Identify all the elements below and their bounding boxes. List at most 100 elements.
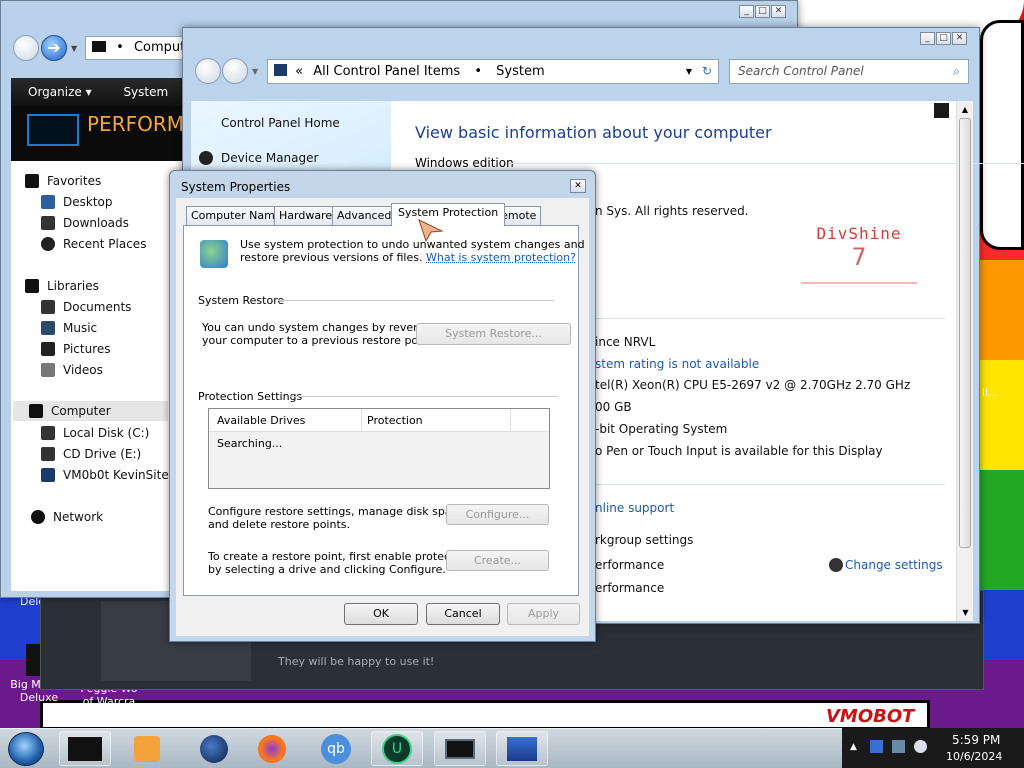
- taskbar-qbittorrent[interactable]: qb: [310, 731, 362, 766]
- behind-text: They will be happy to use it!: [278, 655, 435, 668]
- tray-volume-icon[interactable]: [914, 740, 927, 753]
- tree-vm[interactable]: VM0b0t KevinSite: [41, 465, 169, 485]
- tree-documents[interactable]: Documents: [41, 297, 131, 317]
- taskbar-upwork[interactable]: U: [371, 731, 423, 766]
- start-button[interactable]: [8, 732, 44, 766]
- back-icon[interactable]: [195, 58, 221, 84]
- cancel-button[interactable]: Cancel: [426, 603, 500, 625]
- breadcrumb-all-items[interactable]: All Control Panel Items: [313, 64, 460, 79]
- performance-row-1: erformance: [595, 558, 665, 572]
- processor-value: tel(R) Xeon(R) CPU E5-2697 v2 @ 2.70GHz …: [595, 378, 911, 392]
- device-manager-link[interactable]: Device Manager: [199, 151, 318, 165]
- videos-icon: [41, 363, 55, 377]
- scroll-down-icon[interactable]: ▼: [957, 604, 974, 621]
- clock-date[interactable]: 10/6/2024: [946, 750, 1002, 763]
- desktop-icon: [41, 195, 55, 209]
- scroll-thumb[interactable]: [959, 118, 971, 548]
- recent-pages-icon[interactable]: ▼: [252, 67, 258, 76]
- tree-cd-drive[interactable]: CD Drive (E:): [41, 444, 141, 464]
- search-icon[interactable]: ⌕: [953, 60, 960, 83]
- taskbar-globe[interactable]: [188, 731, 240, 766]
- close-icon[interactable]: ✕: [771, 5, 786, 18]
- desktop-icon-right-label[interactable]: ll...: [982, 386, 999, 399]
- taskbar-control-panel[interactable]: [496, 731, 548, 766]
- cp-search-box[interactable]: Search Control Panel ⌕: [729, 59, 969, 84]
- group-line: [290, 396, 558, 397]
- tree-libraries[interactable]: Libraries: [25, 276, 99, 296]
- header-protection[interactable]: Protection: [367, 414, 423, 427]
- system-restore-button[interactable]: System Restore...: [416, 323, 571, 345]
- create-button[interactable]: Create...: [446, 550, 549, 571]
- media-player-icon: [134, 735, 160, 762]
- tab-computer-name[interactable]: Computer Name: [186, 206, 287, 225]
- intro-line-2: restore previous versions of files. What…: [240, 251, 576, 264]
- what-is-protection-link[interactable]: What is system protection?: [426, 251, 576, 264]
- online-support-link[interactable]: nline support: [595, 501, 674, 515]
- taskbar-system[interactable]: [434, 731, 486, 766]
- drives-table[interactable]: Available Drives Protection Searching...: [208, 408, 550, 489]
- ok-button[interactable]: OK: [344, 603, 418, 625]
- apply-button[interactable]: Apply: [507, 603, 580, 625]
- star-icon: [25, 174, 39, 188]
- dialog-close-button[interactable]: ✕: [570, 179, 586, 193]
- tab-hardware[interactable]: Hardware: [274, 206, 338, 225]
- tree-downloads[interactable]: Downloads: [41, 213, 129, 233]
- tray-network-icon[interactable]: [870, 740, 883, 753]
- tab-advanced[interactable]: Advanced: [332, 206, 397, 225]
- explorer-banner: PERFORMA: [11, 106, 198, 161]
- scroll-up-icon[interactable]: ▲: [957, 101, 973, 118]
- clock-time[interactable]: 5:59 PM: [952, 733, 1000, 747]
- minimize-icon[interactable]: _: [920, 32, 935, 45]
- address-dropdown-icon[interactable]: ▼: [686, 60, 692, 83]
- organize-button[interactable]: Organize ▾: [28, 85, 92, 99]
- tree-favorites[interactable]: Favorites: [25, 171, 101, 191]
- control-panel-icon: [274, 64, 287, 76]
- rating-link[interactable]: stem rating is not available: [595, 357, 759, 371]
- cp-address-bar[interactable]: « All Control Panel Items • System ▼ ↻: [267, 59, 719, 84]
- taskbar-explorer[interactable]: [59, 731, 111, 766]
- tab-system-protection[interactable]: System Protection: [391, 203, 506, 226]
- tree-pictures[interactable]: Pictures: [41, 339, 111, 359]
- tree-desktop[interactable]: Desktop: [41, 192, 113, 212]
- minimize-icon[interactable]: _: [739, 5, 754, 18]
- forward-icon[interactable]: [222, 58, 248, 84]
- icon-label: Deluxe: [19, 691, 59, 704]
- create-text-1: To create a restore point, first enable …: [208, 550, 472, 563]
- manufacturer-value: ince NRVL: [595, 335, 656, 349]
- tree-recent-places[interactable]: Recent Places: [41, 234, 146, 254]
- forward-icon[interactable]: ➔: [41, 35, 67, 61]
- help-icon[interactable]: [934, 103, 949, 118]
- search-placeholder: Search Control Panel: [738, 64, 864, 78]
- tree-videos[interactable]: Videos: [41, 360, 103, 380]
- refresh-icon[interactable]: ↻: [702, 60, 712, 83]
- maximize-icon[interactable]: □: [936, 32, 951, 45]
- cp-home-link[interactable]: Control Panel Home: [221, 116, 340, 130]
- control-panel-taskbar-icon: [507, 736, 537, 761]
- change-settings-link[interactable]: Change settings: [829, 558, 943, 572]
- taskbar-firefox[interactable]: [246, 731, 298, 766]
- scrollbar[interactable]: ▲ ▼: [956, 101, 973, 621]
- tree-network[interactable]: Network: [31, 507, 103, 527]
- oem-logo: DivShine 7: [801, 216, 917, 284]
- recent-pages-icon[interactable]: ▼: [71, 44, 77, 53]
- tree-music[interactable]: Music: [41, 318, 97, 338]
- explorer-taskbar-icon: [68, 736, 102, 761]
- cp-caption-buttons: _ □ ✕: [920, 32, 967, 45]
- tree-local-disk[interactable]: Local Disk (C:): [41, 423, 149, 443]
- show-hidden-icons[interactable]: ▲: [850, 742, 857, 752]
- wallpaper-cartoon-bottom: [40, 700, 930, 730]
- tray-action-center-icon[interactable]: [892, 740, 905, 753]
- back-icon[interactable]: [13, 35, 39, 61]
- wallpaper-text: VMOBOT: [826, 706, 915, 727]
- restore-text-1: You can undo system changes by reverting: [202, 321, 439, 334]
- maximize-icon[interactable]: □: [755, 5, 770, 18]
- breadcrumb-chevrons[interactable]: «: [295, 64, 303, 79]
- tree-computer[interactable]: Computer: [13, 401, 168, 421]
- settings-shield-icon: [829, 558, 843, 572]
- configure-button[interactable]: Configure...: [446, 504, 549, 525]
- taskbar-media-player[interactable]: [121, 731, 173, 766]
- network-drive-icon: [41, 468, 55, 482]
- breadcrumb-system[interactable]: System: [496, 64, 544, 79]
- close-icon[interactable]: ✕: [952, 32, 967, 45]
- header-available-drives[interactable]: Available Drives: [217, 414, 305, 427]
